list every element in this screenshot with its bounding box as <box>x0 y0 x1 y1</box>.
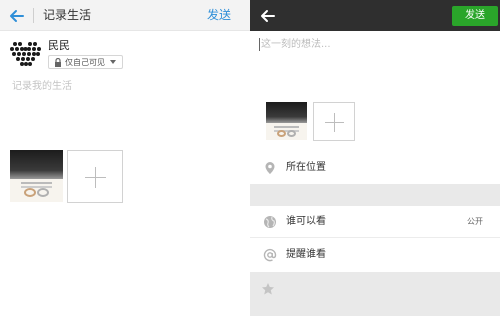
who-can-see-label: 谁可以看 <box>286 216 326 227</box>
page-title: 记录生活 <box>43 8 92 22</box>
privacy-label: 仅自己可见 <box>65 57 105 67</box>
remind-row[interactable]: 提醒谁看 <box>250 239 500 271</box>
header-divider <box>33 8 34 23</box>
back-arrow-icon[interactable] <box>258 6 278 26</box>
section-divider <box>250 184 500 206</box>
username: 民民 <box>48 39 70 52</box>
who-can-see-value: 公开 <box>467 217 483 226</box>
attached-photo-thumbnail[interactable] <box>266 102 307 140</box>
post-text-input[interactable]: 记录我的生活 <box>12 80 72 93</box>
right-header-bar: 发送 <box>250 0 500 31</box>
location-label: 所在位置 <box>286 162 326 173</box>
who-can-see-row[interactable]: 谁可以看 公开 <box>250 206 500 238</box>
location-pin-icon <box>265 162 275 174</box>
remind-label: 提醒谁看 <box>286 249 326 260</box>
lock-icon <box>55 57 61 67</box>
thought-text-input[interactable]: 这一刻的想法... <box>259 38 331 51</box>
left-header-bar: 记录生活 发送 <box>0 0 250 31</box>
privacy-dropdown[interactable]: 仅自己可见 <box>48 55 123 69</box>
location-row[interactable]: 所在位置 <box>250 152 500 184</box>
send-button[interactable]: 发送 <box>452 6 498 26</box>
chevron-down-icon <box>110 60 116 64</box>
add-photo-button[interactable] <box>313 102 355 141</box>
left-compose-screen: 记录生活 发送 民民 仅自己可见 记录我的生活 <box>0 0 250 316</box>
send-button[interactable]: 发送 <box>207 7 231 23</box>
attached-photo-thumbnail[interactable] <box>10 150 63 202</box>
globe-icon <box>264 216 276 228</box>
star-icon[interactable] <box>261 282 275 296</box>
add-photo-button[interactable] <box>67 150 123 203</box>
avatar[interactable] <box>9 40 42 68</box>
at-sign-icon <box>263 248 277 262</box>
bottom-section <box>250 272 500 316</box>
right-compose-screen: 发送 这一刻的想法... 所在位置 谁可以看 公开 提醒谁看 <box>250 0 500 316</box>
back-arrow-icon[interactable] <box>7 6 27 26</box>
